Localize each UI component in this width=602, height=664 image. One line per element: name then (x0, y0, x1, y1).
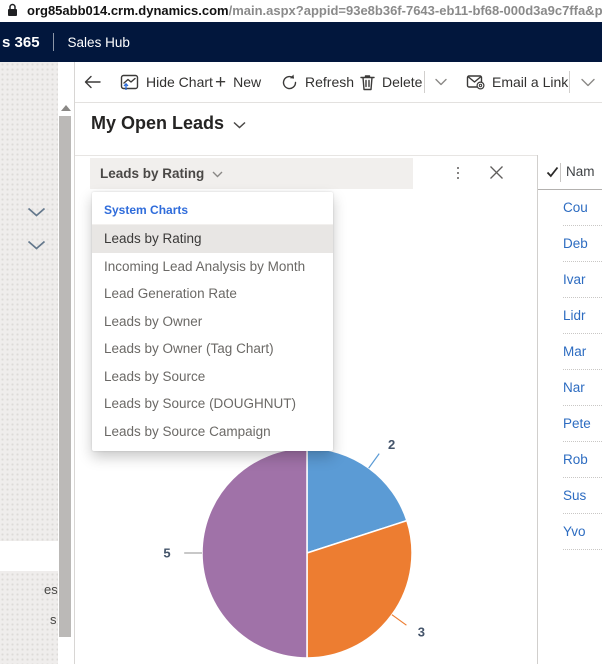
lead-name-link[interactable]: Deb (563, 236, 588, 251)
table-row[interactable]: Mar (563, 334, 602, 370)
pie-callout-line (392, 615, 407, 626)
lead-name-link[interactable]: Mar (563, 344, 586, 359)
lead-name-link[interactable]: Sus (563, 488, 586, 503)
table-row[interactable]: Cou (563, 190, 602, 226)
pie-callout-line (369, 454, 380, 469)
lead-name-link[interactable]: Cou (563, 200, 588, 215)
table-row[interactable]: Nar (563, 370, 602, 406)
lead-name-link[interactable]: Ivar (563, 272, 586, 287)
pie-data-label: 3 (418, 625, 425, 640)
chart-dropdown-list: Leads by RatingIncoming Lead Analysis by… (92, 225, 333, 445)
chart-dropdown-item[interactable]: Leads by Source Campaign (92, 418, 333, 446)
pie-data-label: 2 (388, 437, 395, 452)
lead-name-link[interactable]: Pete (563, 416, 591, 431)
pie-data-label: 5 (163, 546, 170, 561)
chart-dropdown-item[interactable]: Lead Generation Rate (92, 280, 333, 308)
select-all-check-icon[interactable] (546, 166, 559, 178)
chart-dropdown-item[interactable]: Leads by Source (92, 363, 333, 391)
app-window: org85abb014.crm.dynamics.com/main.aspx?a… (0, 0, 602, 664)
pie-slice[interactable] (202, 448, 307, 658)
table-row[interactable]: Lidr (563, 298, 602, 334)
table-row[interactable]: Rob (563, 442, 602, 478)
lead-name-link[interactable]: Rob (563, 452, 588, 467)
table-row[interactable]: Pete (563, 406, 602, 442)
lead-name-link[interactable]: Lidr (563, 308, 586, 323)
chart-dropdown-item[interactable]: Incoming Lead Analysis by Month (92, 253, 333, 281)
chart-dropdown-item[interactable]: Leads by Source (DOUGHNUT) (92, 390, 333, 418)
lead-name-link[interactable]: Nar (563, 380, 585, 395)
dropdown-group-header: System Charts (92, 197, 333, 225)
table-row[interactable]: Yvo (563, 514, 602, 550)
table-row[interactable]: Deb (563, 226, 602, 262)
chart-dropdown: System Charts Leads by RatingIncoming Le… (92, 192, 333, 451)
leads-grid: Nam Cou Deb Ivar Lidr Mar Nar Pete Rob Sus Yvo (538, 155, 602, 664)
chart-dropdown-item[interactable]: Leads by Owner (92, 308, 333, 336)
grid-header-row: Nam (538, 155, 602, 190)
chart-dropdown-item[interactable]: Leads by Rating (92, 225, 333, 253)
grid-header-divider (560, 163, 561, 182)
name-column-header[interactable]: Nam (566, 164, 595, 179)
lead-name-link[interactable]: Yvo (563, 524, 586, 539)
grid-rows: Cou Deb Ivar Lidr Mar Nar Pete Rob Sus Yvo (538, 190, 602, 550)
table-row[interactable]: Sus (563, 478, 602, 514)
table-row[interactable]: Ivar (563, 262, 602, 298)
chart-dropdown-item[interactable]: Leads by Owner (Tag Chart) (92, 335, 333, 363)
